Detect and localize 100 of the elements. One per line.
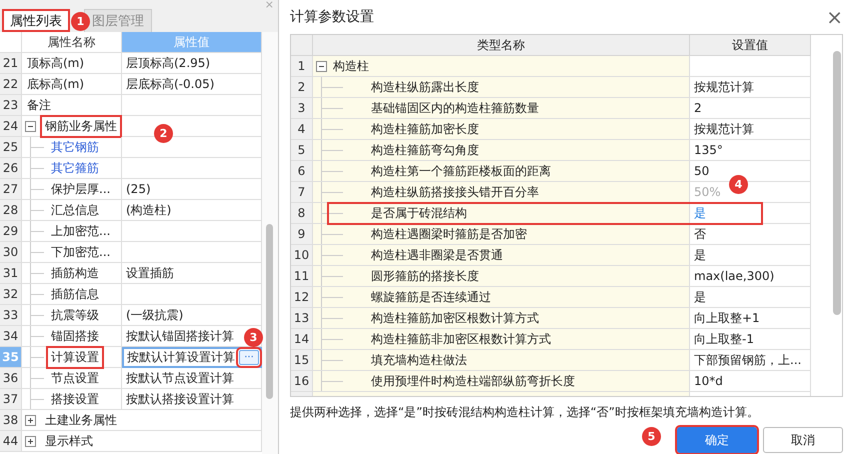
value-cell[interactable]: 是 [690, 245, 811, 266]
value-cell[interactable]: 2 [690, 98, 811, 119]
row-number: 38 [0, 410, 22, 431]
name-cell: 构造柱遇非圈梁是否贯通 [313, 245, 690, 266]
row-number: 10 [291, 245, 313, 266]
property-name: 汇总信息 [50, 202, 100, 218]
row-number: 37 [0, 389, 22, 410]
value-cell[interactable]: 按规范计算 [690, 119, 811, 140]
row-number: 3 [291, 98, 313, 119]
property-name: 计算设置 [48, 348, 102, 366]
name-cell: 构造柱遇圈梁时箍筋是否加密 [313, 224, 690, 245]
row-number: 31 [0, 263, 22, 284]
value-cell[interactable]: 下部预留钢筋，上... [690, 350, 811, 371]
row-number: 12 [291, 287, 313, 308]
collapse-icon[interactable] [25, 120, 36, 132]
property-name: 插筋信息 [50, 286, 100, 302]
row-number: 13 [291, 308, 313, 329]
hint-text: 提供两种选择，选择“是”时按砖混结构构造柱计算，选择“否”时按框架填充墙构造计算。 [290, 404, 760, 420]
property-name: 顶标高(m) [26, 54, 86, 72]
row-number: 4 [291, 119, 313, 140]
value-cell[interactable]: 向上取整+1 [690, 308, 811, 329]
property-name: 插筋构造 [50, 264, 100, 282]
name-cell: 构造柱纵筋搭接接头错开百分率 [313, 182, 690, 203]
value-cell[interactable] [690, 56, 811, 77]
row-number: 44 [0, 431, 22, 452]
name-cell: 构造柱箍筋加密长度 [313, 119, 690, 140]
value-cell[interactable]: 按规范计算 [690, 77, 811, 98]
column-header: 属性名称 [22, 32, 122, 53]
row-number: 28 [0, 200, 22, 221]
row-number: 15 [291, 350, 313, 371]
property-name: 下加密范... [50, 244, 112, 260]
confirm-button[interactable]: 确定 [677, 427, 757, 453]
column-header: 属性值 [122, 32, 262, 53]
value-cell[interactable]: 向上取整-1 [690, 329, 811, 350]
column-header: 类型名称 [313, 35, 690, 56]
column-header: 设置值 [690, 35, 811, 56]
callout-badge: 4 [729, 175, 748, 194]
name-cell: 构造柱箍筋加密区根数计算方式 [313, 308, 690, 329]
row-number: 7 [291, 182, 313, 203]
dialog-title: 计算参数设置 [290, 8, 374, 26]
name-cell: 构造柱 [313, 56, 690, 77]
row-number: 21 [0, 53, 22, 74]
property-name: 底标高(m) [26, 76, 86, 92]
property-name: 土建业务属性 [44, 412, 118, 428]
name-cell: 基础锚固区内的构造柱箍筋数量 [313, 98, 690, 119]
value-cell[interactable]: 否 [690, 224, 811, 245]
property-name: 节点设置 [50, 370, 100, 386]
name-cell: 构造柱第一个箍筋距楼板面的距离 [313, 161, 690, 182]
row-number: 22 [0, 74, 22, 95]
row-number: 8 [291, 203, 313, 224]
value-cell[interactable]: 135° [690, 140, 811, 161]
row-number: 9 [291, 224, 313, 245]
property-name: 搭接设置 [50, 390, 100, 408]
row-number: 27 [0, 179, 22, 200]
property-name: 上加密范... [50, 222, 112, 240]
property-name: 抗震等级 [50, 306, 100, 324]
name-cell: 构造柱箍筋非加密区根数计算方式 [313, 329, 690, 350]
property-name: 锚固搭接 [50, 328, 100, 344]
cancel-button[interactable]: 取消 [763, 427, 843, 453]
row-number: 36 [0, 368, 22, 389]
callout-badge: 3 [244, 328, 263, 347]
value-field[interactable]: 按默认计算设置计算 ··· [122, 347, 262, 368]
row-number: 34 [0, 326, 22, 347]
collapse-icon[interactable] [316, 60, 327, 72]
close-button[interactable]: × [826, 5, 843, 29]
name-cell: 圆形箍筋的搭接长度 [313, 266, 690, 287]
property-name: 保护层厚... [50, 180, 112, 198]
row-number: 24 [0, 116, 22, 137]
expand-icon[interactable] [25, 436, 36, 446]
row-number: 29 [0, 221, 22, 242]
expand-icon[interactable] [25, 414, 36, 426]
row-number: 32 [0, 284, 22, 305]
name-cell: 构造柱纵筋露出长度 [313, 77, 690, 98]
name-cell: 使用预埋件时构造柱端部纵筋弯折长度 [313, 371, 690, 392]
callout-badge: 2 [154, 124, 173, 143]
property-name: 钢筋业务属性 [42, 116, 120, 136]
value-cell[interactable]: 是 [690, 287, 811, 308]
property-link[interactable]: 其它钢筋 [48, 138, 102, 156]
panel-tab[interactable]: 属性列表 [2, 9, 70, 32]
name-cell: 螺旋箍筋是否连续通过 [313, 287, 690, 308]
row-number: 11 [291, 266, 313, 287]
property-name: 显示样式 [44, 432, 94, 450]
row-number: 25 [0, 137, 22, 158]
header-corner [0, 32, 22, 53]
property-link[interactable]: 其它箍筋 [48, 158, 102, 178]
row-number: 30 [0, 242, 22, 263]
row-number: 5 [291, 140, 313, 161]
more-button[interactable]: ··· [239, 350, 259, 365]
value-cell[interactable]: max(lae,300) [690, 266, 811, 287]
scrollbar[interactable] [262, 32, 278, 454]
row-number: 23 [0, 95, 22, 116]
row-number: 33 [0, 305, 22, 326]
value-cell[interactable]: 10*d [690, 371, 811, 392]
row-number: 16 [291, 371, 313, 392]
row-number: 6 [291, 161, 313, 182]
row-number: 26 [0, 158, 22, 179]
row-number: 1 [291, 56, 313, 77]
value-cell[interactable]: 是 [690, 203, 811, 224]
name-cell: 构造柱箍筋弯勾角度 [313, 140, 690, 161]
row-number: 14 [291, 329, 313, 350]
